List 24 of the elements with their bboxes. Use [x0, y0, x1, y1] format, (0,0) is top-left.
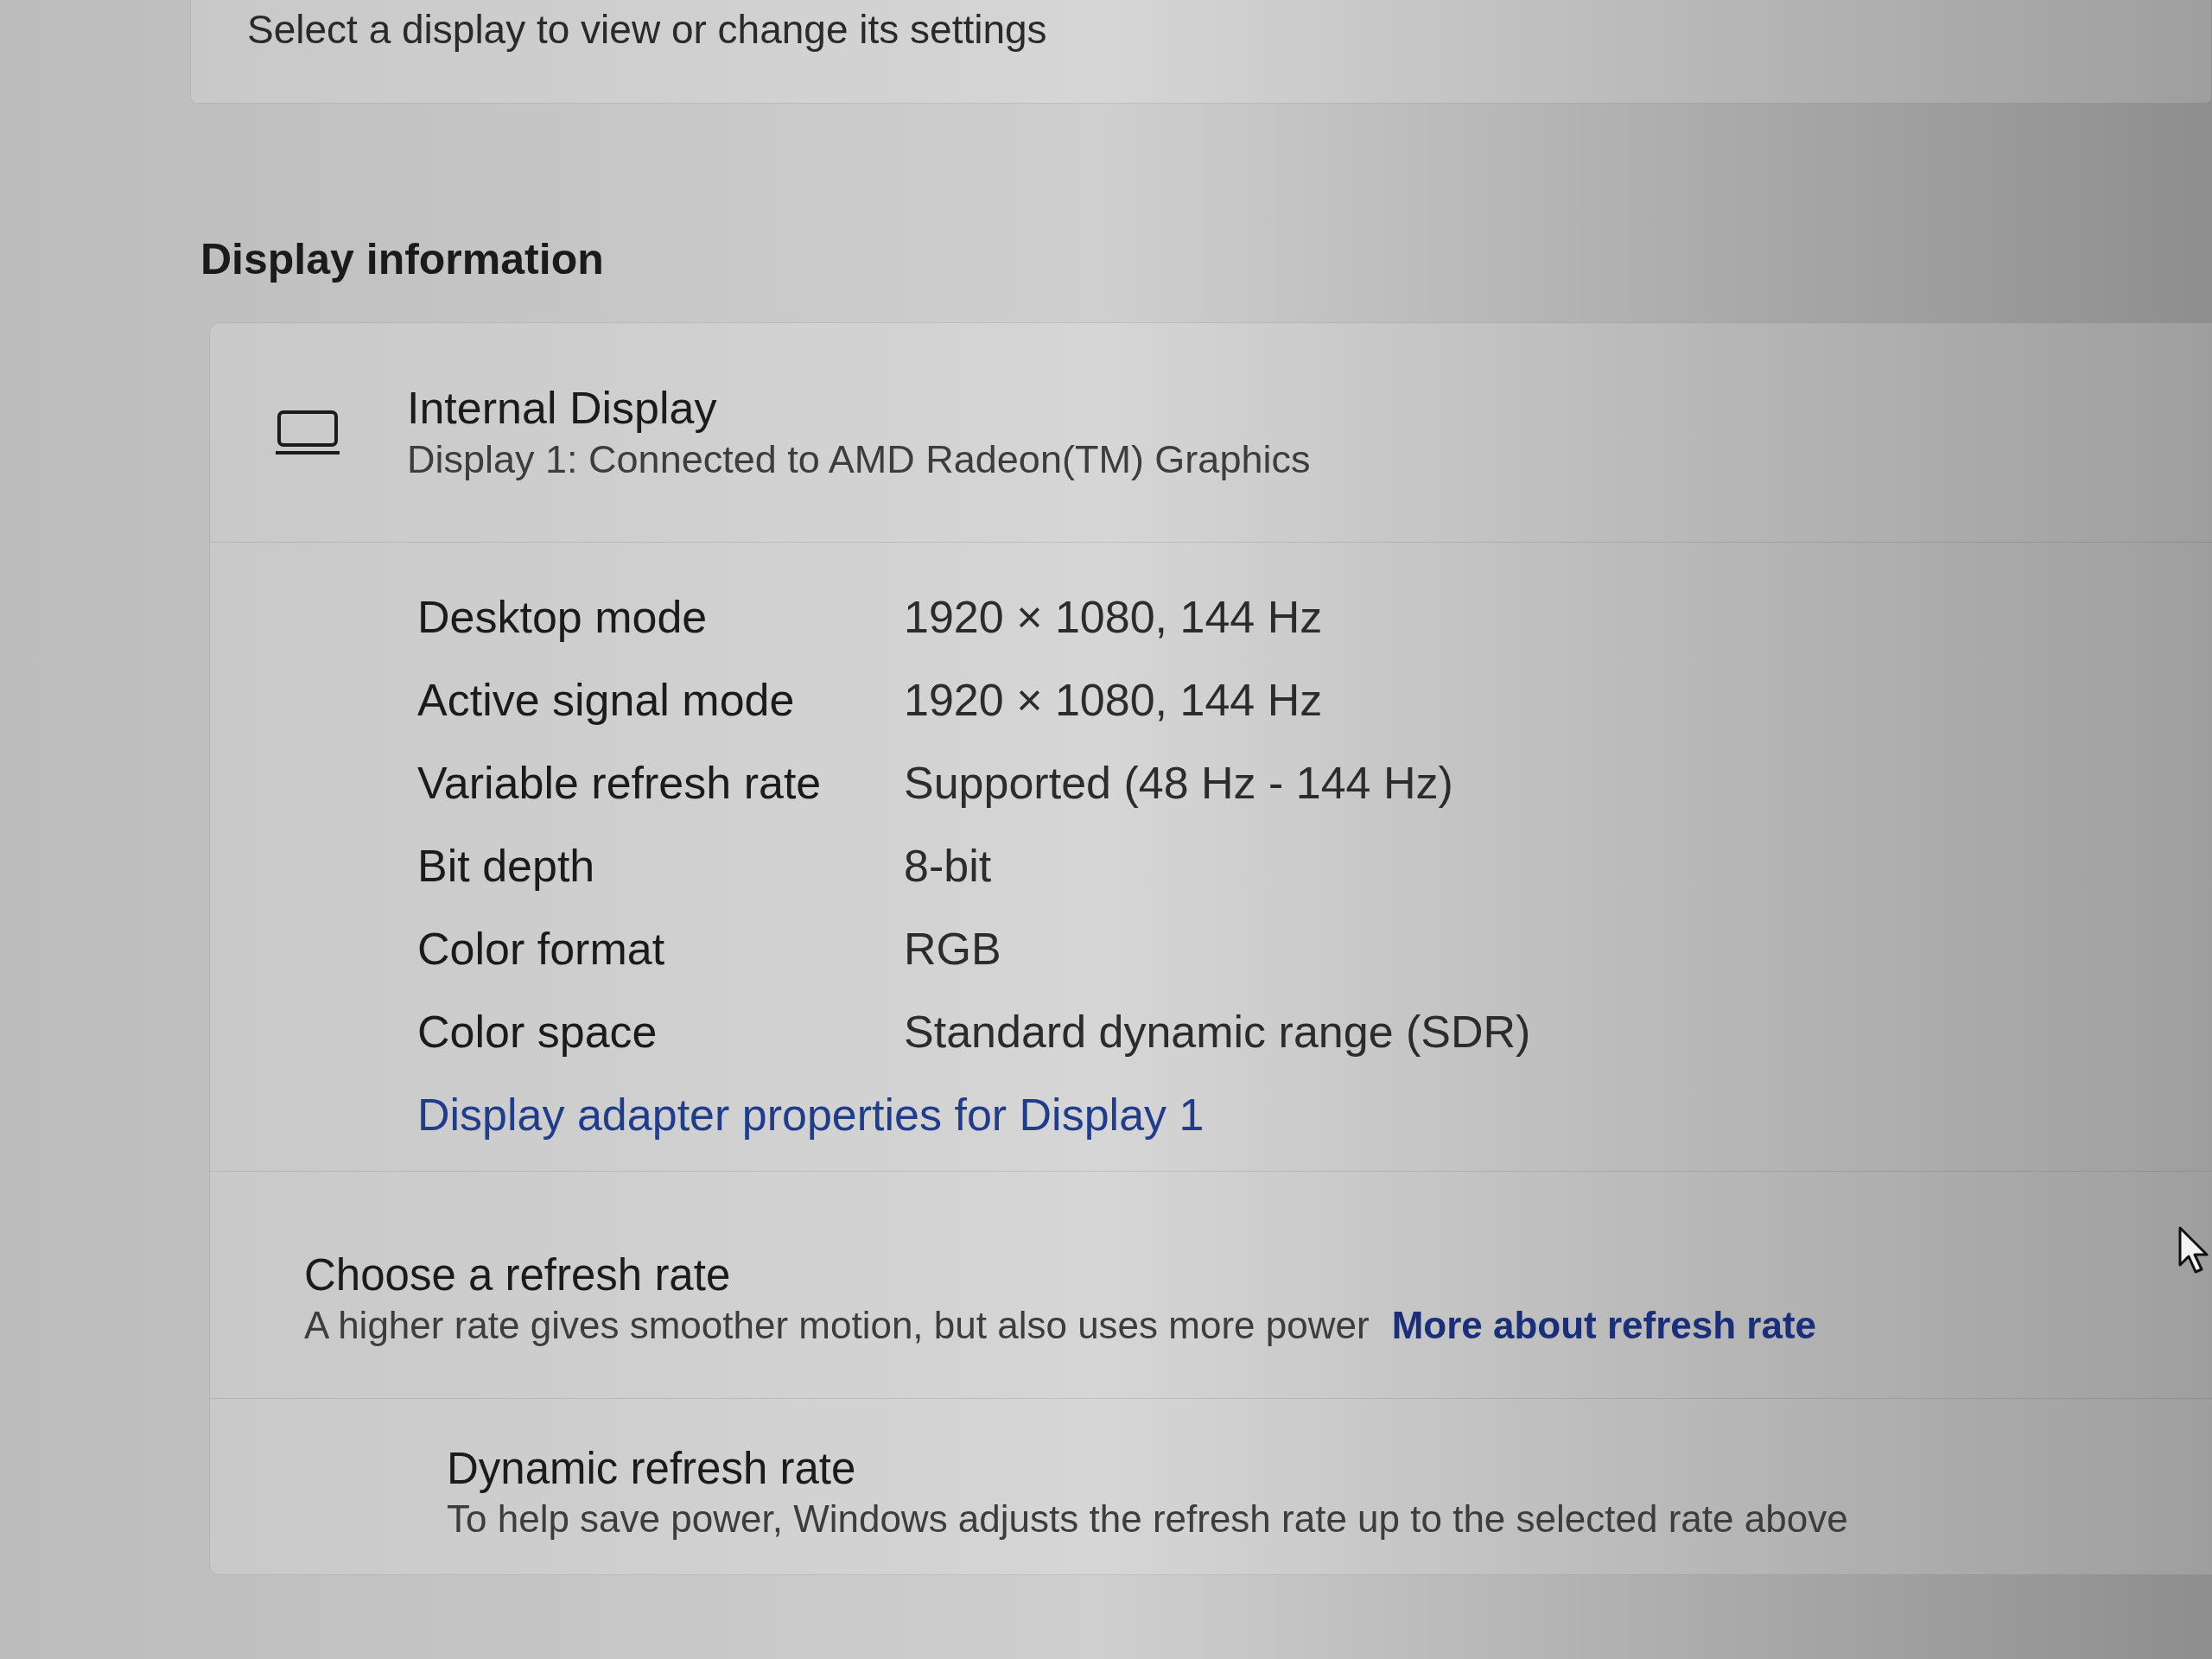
property-value: RGB: [904, 923, 1001, 976]
property-value: 1920 × 1080, 144 Hz: [904, 674, 1323, 727]
property-label: Desktop mode: [417, 591, 708, 644]
section-heading: Display information: [200, 234, 604, 285]
setting-description: A higher rate gives smoother motion, but also uses more power: [304, 1303, 1370, 1348]
property-value: 1920 × 1080, 144 Hz: [904, 591, 1323, 644]
property-label: Variable refresh rate: [417, 757, 822, 810]
display-name: Internal Display: [407, 381, 717, 435]
property-label: Color format: [417, 923, 665, 976]
property-value: 8-bit: [904, 840, 992, 893]
setting-title: Dynamic refresh rate: [447, 1443, 856, 1495]
property-value: Standard dynamic range (SDR): [904, 1006, 1531, 1058]
settings-hint-text: Select a display to view or change its settings: [247, 7, 1047, 52]
adapter-properties-link[interactable]: Display adapter properties for Display 1: [417, 1088, 1205, 1141]
property-value: Supported (48 Hz - 144 Hz): [904, 757, 1453, 810]
property-label: Bit depth: [417, 840, 595, 893]
property-label: Color space: [417, 1006, 658, 1058]
setting-title: Choose a refresh rate: [304, 1249, 731, 1301]
more-info-link[interactable]: More about refresh rate: [1391, 1301, 1817, 1350]
property-label: Active signal mode: [417, 674, 795, 727]
display-description: Display 1: Connected to AMD Radeon(TM) Graphics: [407, 435, 1311, 483]
mouse-pointer-icon: [2177, 1225, 2210, 1275]
laptop-icon: [276, 410, 340, 455]
setting-description: To help save power, Windows adjusts the refresh rate up to the selected rate above: [447, 1497, 1848, 1541]
